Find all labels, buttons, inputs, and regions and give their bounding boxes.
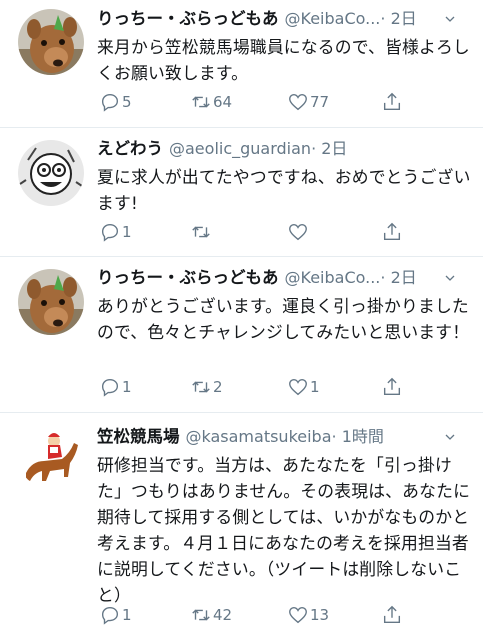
- like-button[interactable]: 1: [287, 375, 320, 399]
- display-name[interactable]: りっちー・ぶらっどもあ: [97, 9, 279, 28]
- reply-count: 1: [122, 378, 132, 396]
- deer-avatar[interactable]: [18, 9, 84, 75]
- display-name[interactable]: 笠松競馬場: [97, 427, 180, 446]
- tweet[interactable]: えどわう @aeolic_guardian· 2日 夏に求人が出てたやつですね、お…: [0, 128, 483, 257]
- tweet-actions: 1: [97, 220, 417, 244]
- timestamp[interactable]: · 2日: [380, 268, 416, 287]
- cartoon-avatar[interactable]: [18, 140, 84, 206]
- tweet-text: 研修担当です。当方は、あたなたを「引っ掛けた」つもりはありません。その表現は、あ…: [97, 455, 471, 605]
- retweet-button[interactable]: 64: [190, 90, 232, 114]
- tweet-text: 来月から笠松競馬場職員になるので、皆様よろしくお願い致します。: [97, 37, 470, 83]
- chevron-down-icon[interactable]: [445, 14, 455, 24]
- user-handle[interactable]: @kasamatsukeiba: [186, 427, 332, 446]
- like-button[interactable]: 77: [287, 90, 329, 114]
- reply-button[interactable]: 1: [99, 220, 132, 244]
- like-count: 77: [310, 93, 330, 111]
- reply-count: 5: [122, 93, 132, 111]
- reply-button[interactable]: 1: [99, 603, 132, 627]
- retweet-icon: [192, 609, 210, 621]
- tweet-text: ありがとうございます。運良く引っ掛かりましたので、色々とチャレンジしてみたいと思…: [97, 296, 470, 342]
- reply-count: 1: [122, 223, 132, 241]
- retweet-icon: [192, 226, 210, 238]
- jockey-horse-avatar[interactable]: [18, 423, 84, 489]
- tweet-header: 笠松競馬場 @kasamatsukeiba· 1時間: [97, 424, 473, 450]
- retweet-count: 2: [213, 378, 223, 396]
- heart-icon: [289, 606, 307, 624]
- timestamp[interactable]: · 2日: [311, 139, 347, 158]
- tweet-text: 夏に求人が出てたやつですね、おめでとうございます!: [97, 167, 471, 213]
- share-icon: [383, 377, 401, 396]
- tweet[interactable]: 笠松競馬場 @kasamatsukeiba· 1時間 研修担当です。当方は、あたな…: [0, 413, 483, 635]
- chevron-down-icon[interactable]: [445, 273, 455, 283]
- share-icon: [383, 92, 401, 111]
- chevron-down-icon[interactable]: [445, 432, 455, 442]
- reply-button[interactable]: 1: [99, 375, 132, 399]
- user-handle[interactable]: @aeolic_guardian: [169, 139, 311, 158]
- retweet-icon: [192, 96, 210, 108]
- retweet-count: 64: [213, 93, 233, 111]
- like-count: 1: [310, 378, 320, 396]
- tweet-header: りっちー・ぶらっどもあ @KeibaCo...· 2日: [97, 265, 473, 291]
- user-handle[interactable]: @KeibaCo...: [285, 268, 381, 287]
- tweet-header: えどわう @aeolic_guardian· 2日: [97, 136, 473, 162]
- tweet-actions: 5 64 77: [97, 90, 417, 114]
- share-button[interactable]: [381, 220, 403, 244]
- retweet-button[interactable]: [190, 220, 213, 244]
- retweet-button[interactable]: 2: [190, 375, 223, 399]
- reply-icon: [101, 223, 119, 242]
- timestamp[interactable]: · 2日: [380, 9, 416, 28]
- display-name[interactable]: えどわう: [97, 139, 163, 158]
- heart-icon: [289, 93, 307, 111]
- tweet-actions: 1 42 13: [97, 603, 417, 627]
- share-button[interactable]: [381, 375, 403, 399]
- heart-icon: [289, 378, 307, 396]
- reply-button[interactable]: 5: [99, 90, 132, 114]
- reply-icon: [101, 93, 119, 112]
- display-name[interactable]: りっちー・ぶらっどもあ: [97, 268, 279, 287]
- reply-icon: [101, 606, 119, 625]
- tweet-actions: 1 2 1: [97, 375, 417, 399]
- like-button[interactable]: 13: [287, 603, 329, 627]
- like-count: 13: [310, 606, 330, 624]
- retweet-button[interactable]: 42: [190, 603, 232, 627]
- reply-count: 1: [122, 606, 132, 624]
- heart-icon: [289, 223, 307, 241]
- timestamp[interactable]: · 1時間: [332, 427, 384, 446]
- tweet[interactable]: りっちー・ぶらっどもあ @KeibaCo...· 2日 来月から笠松競馬場職員にな…: [0, 0, 483, 128]
- share-icon: [383, 222, 401, 241]
- user-handle[interactable]: @KeibaCo...: [285, 9, 381, 28]
- share-button[interactable]: [381, 603, 403, 627]
- tweet-header: りっちー・ぶらっどもあ @KeibaCo...· 2日: [97, 6, 473, 32]
- share-icon: [383, 605, 401, 624]
- reply-icon: [101, 378, 119, 397]
- like-button[interactable]: [287, 220, 310, 244]
- retweet-count: 42: [213, 606, 233, 624]
- retweet-icon: [192, 381, 210, 393]
- share-button[interactable]: [381, 90, 403, 114]
- tweet[interactable]: りっちー・ぶらっどもあ @KeibaCo...· 2日 ありがとうございます。運良…: [0, 257, 483, 413]
- deer-avatar[interactable]: [18, 269, 84, 335]
